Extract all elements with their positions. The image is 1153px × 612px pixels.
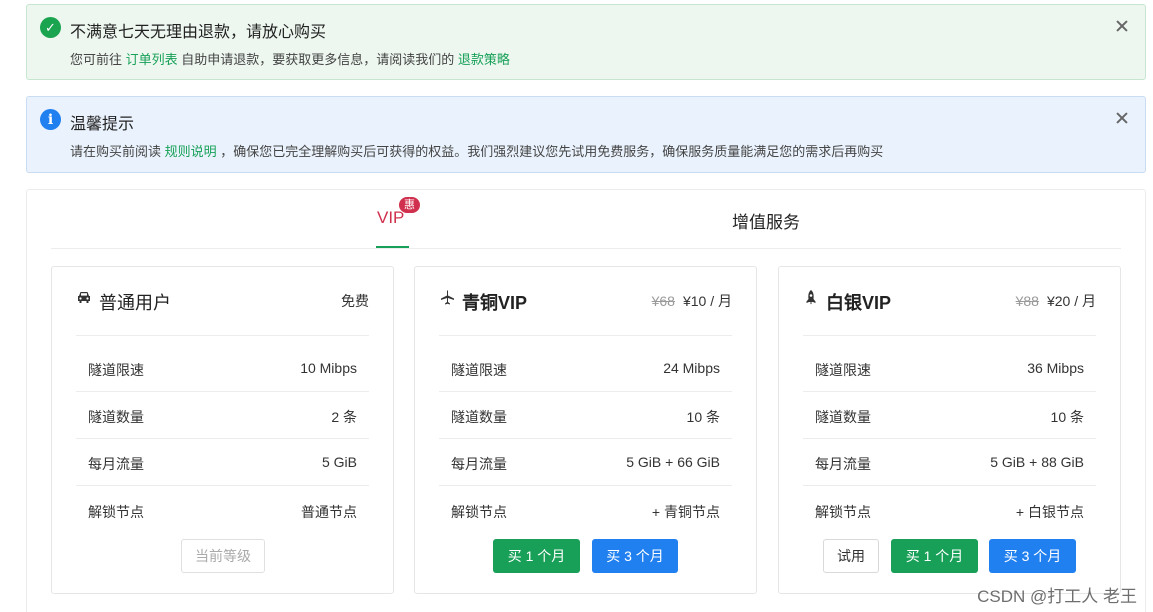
- divider: [439, 335, 732, 336]
- feature-value: 5 GiB: [321, 454, 357, 470]
- plan-price: ¥68 ¥10 / 月: [652, 291, 732, 311]
- plan-card-normal: 普通用户 免费 隧道限速 10 Mibps 隧道数量 2 条 每月流量 5 Gi…: [51, 266, 394, 594]
- plan-card-bronze: 青铜VIP ¥68 ¥10 / 月 隧道限速 24 Mibps 隧道数量 10 条…: [414, 266, 757, 594]
- tab-vip[interactable]: VIP 惠: [376, 196, 421, 248]
- feature-row: 解锁节点 + 青铜节点: [439, 487, 732, 534]
- feature-value: 10 条: [1050, 409, 1084, 425]
- feature-row: 解锁节点 普通节点: [76, 487, 369, 534]
- feature-label: 隧道数量: [88, 409, 144, 425]
- plan-price: ¥88 ¥20 / 月: [1016, 291, 1096, 311]
- plan-title: 青铜VIP: [462, 293, 528, 313]
- feature-value: 24 Mibps: [663, 360, 720, 376]
- feature-value: 10 Mibps: [300, 360, 357, 376]
- buy-3-months-button[interactable]: 买 3 个月: [592, 539, 678, 573]
- notice-alert-desc: 请在购买前阅读 规则说明 ，确保您已完全理解购买后可获得的权益。我们强烈建议您先…: [70, 141, 883, 160]
- feature-label: 解锁节点: [815, 504, 871, 520]
- feature-label: 解锁节点: [88, 504, 144, 520]
- check-circle-icon: ✓: [40, 17, 61, 38]
- tab-value-added[interactable]: 增值服务: [732, 208, 800, 233]
- plan-card-silver: 白银VIP ¥88 ¥20 / 月 隧道限速 36 Mibps 隧道数量 10 条…: [778, 266, 1121, 594]
- buy-3-months-button[interactable]: 买 3 个月: [989, 539, 1076, 573]
- feature-row: 隧道数量 2 条: [76, 392, 369, 439]
- feature-row: 隧道数量 10 条: [803, 392, 1096, 439]
- plan-title: 普通用户: [99, 293, 171, 313]
- airplane-icon: [441, 290, 454, 305]
- car-icon: [78, 292, 90, 303]
- refund-alert-text-2: 自助申请退款，要获取更多信息，请阅读我们的: [181, 52, 455, 67]
- feature-label: 隧道限速: [88, 362, 144, 378]
- divider: [803, 335, 1096, 336]
- buy-1-month-button[interactable]: 买 1 个月: [891, 539, 978, 573]
- close-icon[interactable]: [1113, 17, 1131, 35]
- refund-alert-title: 不满意七天无理由退款，请放心购买: [70, 24, 327, 41]
- feature-value: 36 Mibps: [1027, 360, 1084, 376]
- original-price: ¥68: [651, 293, 675, 309]
- feature-value: 10 条: [686, 409, 720, 425]
- info-icon: i: [40, 109, 61, 130]
- plans-panel: VIP 惠 增值服务 普通用户 免费 隧道限速 10 Mibps 隧道数量 2 …: [26, 189, 1146, 612]
- current-level-button[interactable]: 当前等级: [181, 539, 265, 573]
- discount-badge: 惠: [398, 196, 421, 214]
- original-price: ¥88: [1015, 293, 1039, 309]
- notice-alert-text-2: ，确保您已完全理解购买后可获得的权益。我们强烈建议您先试用免费服务，确保服务质量…: [220, 144, 884, 159]
- feature-value: + 白银节点: [1015, 504, 1084, 520]
- feature-row: 隧道限速 36 Mibps: [803, 345, 1096, 392]
- feature-row: 隧道限速 10 Mibps: [76, 345, 369, 392]
- feature-label: 解锁节点: [451, 504, 507, 520]
- feature-row: 每月流量 5 GiB + 88 GiB: [803, 439, 1096, 486]
- order-list-link[interactable]: 订单列表: [126, 52, 178, 67]
- feature-label: 隧道数量: [451, 409, 507, 425]
- notice-alert-text-1: 请在购买前阅读: [70, 144, 162, 159]
- feature-label: 隧道限速: [451, 362, 507, 378]
- refund-alert-text-1: 您可前往: [70, 52, 123, 67]
- feature-row: 隧道限速 24 Mibps: [439, 345, 732, 392]
- feature-value: 5 GiB + 66 GiB: [626, 454, 720, 470]
- feature-row: 解锁节点 + 白银节点: [803, 487, 1096, 534]
- plan-price: 免费: [341, 293, 369, 309]
- feature-label: 隧道数量: [815, 409, 871, 425]
- notice-alert: i 温馨提示 请在购买前阅读 规则说明 ，确保您已完全理解购买后可获得的权益。我…: [26, 96, 1146, 173]
- refund-alert: ✓ 不满意七天无理由退款，请放心购买 您可前往 订单列表 自助申请退款，要获取更…: [26, 4, 1146, 80]
- divider: [76, 335, 369, 336]
- current-price: ¥10 / 月: [682, 293, 732, 309]
- feature-value: 普通节点: [301, 504, 357, 520]
- refund-alert-desc: 您可前往 订单列表 自助申请退款，要获取更多信息，请阅读我们的 退款策略: [70, 49, 510, 68]
- refund-policy-link[interactable]: 退款策略: [458, 52, 510, 67]
- current-price: ¥20 / 月: [1046, 293, 1096, 309]
- feature-label: 每月流量: [451, 456, 507, 472]
- feature-value: + 青铜节点: [651, 504, 720, 520]
- notice-alert-title: 温馨提示: [70, 116, 135, 133]
- buy-1-month-button[interactable]: 买 1 个月: [493, 539, 580, 573]
- feature-value: 2 条: [331, 409, 357, 425]
- feature-row: 每月流量 5 GiB: [76, 439, 369, 486]
- feature-label: 每月流量: [815, 456, 871, 472]
- feature-row: 隧道数量 10 条: [439, 392, 732, 439]
- feature-label: 每月流量: [88, 456, 144, 472]
- rules-link[interactable]: 规则说明: [165, 144, 217, 159]
- plan-tabs: VIP 惠 增值服务: [51, 190, 1121, 249]
- watermark: CSDN @打工人 老王: [977, 587, 1137, 606]
- feature-value: 5 GiB + 88 GiB: [990, 454, 1084, 470]
- feature-row: 每月流量 5 GiB + 66 GiB: [439, 439, 732, 486]
- rocket-icon: [806, 290, 816, 305]
- feature-label: 隧道限速: [815, 362, 871, 378]
- plan-title: 白银VIP: [826, 293, 892, 313]
- trial-button[interactable]: 试用: [823, 539, 879, 573]
- close-icon[interactable]: [1113, 109, 1131, 127]
- tab-active-indicator: [376, 246, 409, 248]
